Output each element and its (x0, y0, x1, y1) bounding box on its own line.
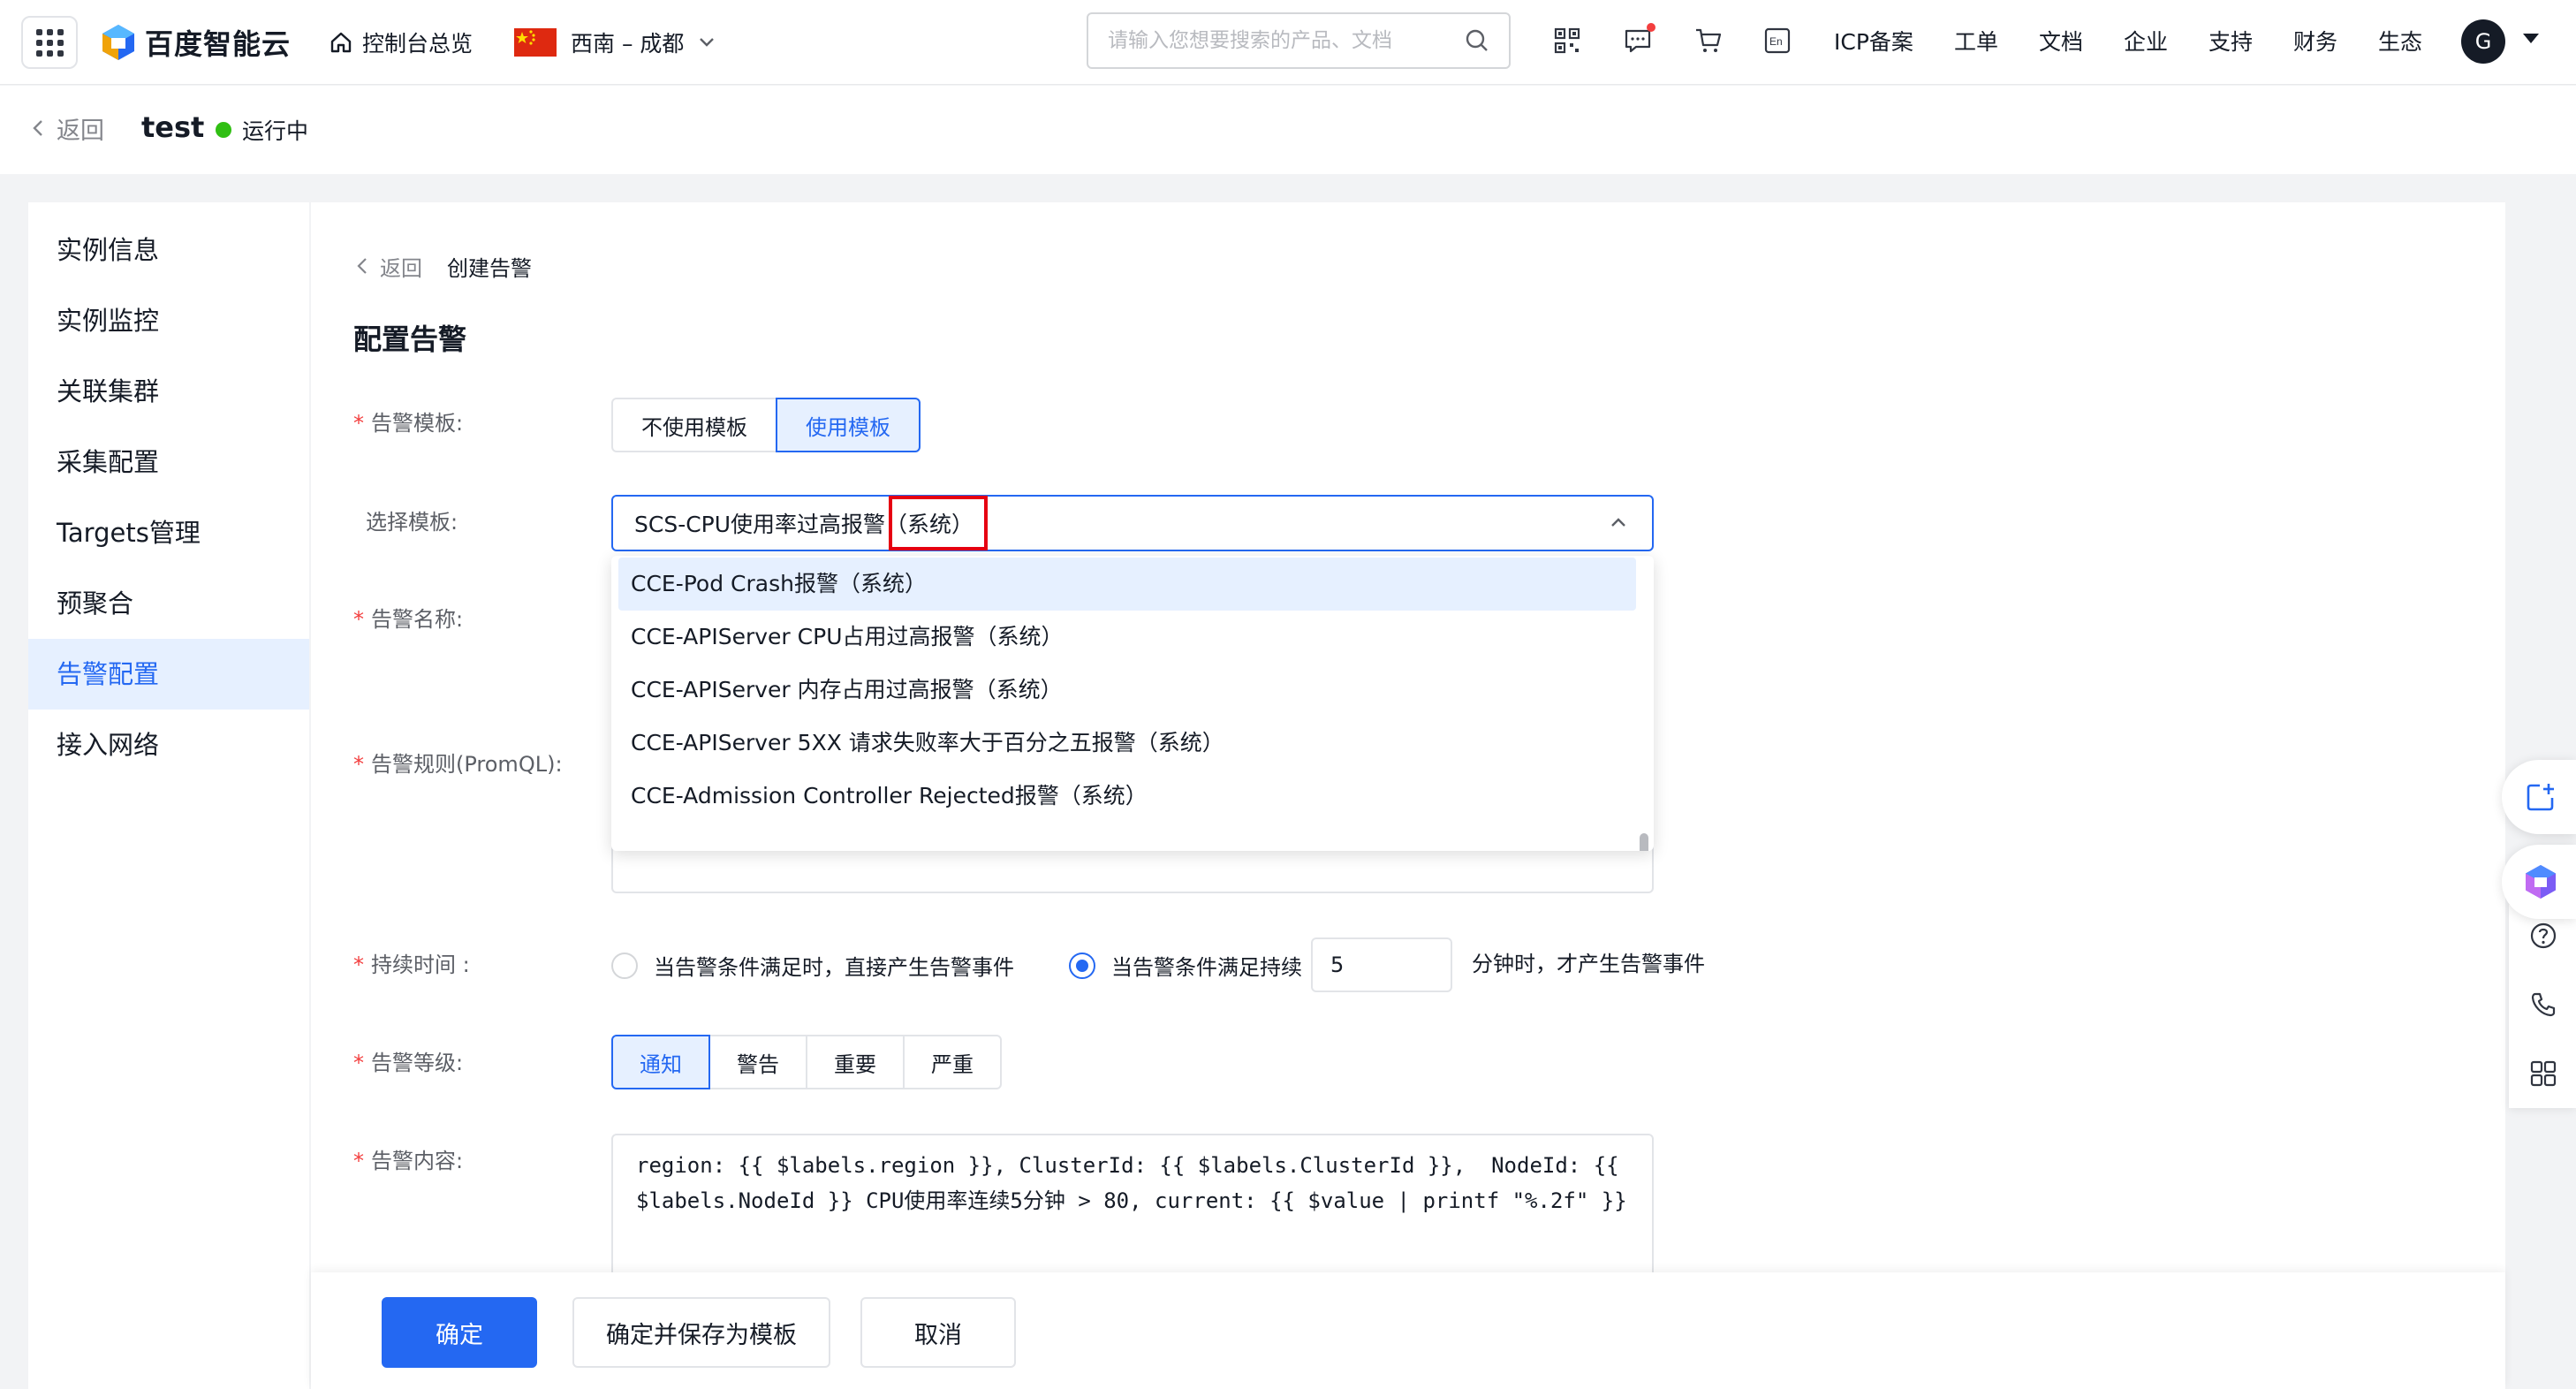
avatar[interactable]: G (2461, 19, 2505, 64)
china-flag-icon (514, 28, 557, 57)
level-important-button[interactable]: 重要 (806, 1035, 905, 1089)
dropdown-option[interactable]: CCE-APIServer 内存占用过高报警（系统） (618, 664, 1636, 717)
sidebar: 实例信息 实例监控 关联集群 采集配置 Targets管理 预聚合 告警配置 接… (28, 202, 309, 1389)
sidebar-item-collection-config[interactable]: 采集配置 (28, 427, 309, 497)
footer-bar: 确定 确定并保存为模板 取消 (311, 1272, 2505, 1389)
new-window-button[interactable] (2502, 760, 2576, 834)
use-template-button[interactable]: 使用模板 (776, 398, 921, 452)
chevron-left-icon (33, 120, 42, 136)
chevron-up-icon (1611, 518, 1625, 527)
nav-support[interactable]: 支持 (2209, 25, 2253, 60)
duration-immediate-label: 当告警条件满足时，直接产生告警事件 (654, 955, 1014, 980)
region-selector[interactable]: 西南 – 成都 (514, 23, 716, 62)
help-icon[interactable] (2528, 921, 2558, 951)
message-icon[interactable] (1622, 23, 1655, 57)
alert-rule-label: * 告警规则(PromQL): (353, 752, 563, 777)
nav-ticket[interactable]: 工单 (1954, 25, 1998, 60)
sidebar-item-instance-monitor[interactable]: 实例监控 (28, 285, 309, 356)
duration-suffix: 分钟时，才产生告警事件 (1472, 952, 1705, 976)
search-input[interactable] (1108, 29, 1465, 52)
duration-minutes-input[interactable] (1311, 937, 1452, 992)
cancel-button[interactable]: 取消 (860, 1297, 1016, 1368)
status-text: 运行中 (242, 118, 309, 144)
main-panel: 返回 创建告警 配置告警 * 告警模板: 不使用模板 使用模板 选择模板: SCS… (311, 202, 2505, 1389)
level-warning-button[interactable]: 警告 (708, 1035, 807, 1089)
instance-header: 返回 test 运行中 (0, 86, 2576, 174)
sidebar-item-network-access[interactable]: 接入网络 (28, 710, 309, 780)
radio-circle[interactable] (611, 952, 638, 979)
duration-immediate-radio[interactable]: 当告警条件满足时，直接产生告警事件 (611, 950, 1014, 981)
level-toggle: 通知 警告 重要 严重 (611, 1035, 1002, 1089)
top-bar: 百度智能云 控制台总览 西南 – 成都 En ICP备案 工单 文档 企业 支持… (0, 0, 2576, 85)
select-template-label: 选择模板: (366, 510, 458, 535)
logo-text: 百度智能云 (145, 27, 292, 61)
back-label: 返回 (57, 117, 104, 145)
floating-toolbar (2509, 905, 2576, 1108)
sidebar-item-pre-aggregation[interactable]: 预聚合 (28, 568, 309, 639)
nav-finance[interactable]: 财务 (2293, 25, 2337, 60)
template-dropdown: CCE-Pod Crash报警（系统） CCE-APIServer CPU占用过… (611, 556, 1654, 851)
sidebar-item-associated-clusters[interactable]: 关联集群 (28, 356, 309, 427)
region-label: 西南 – 成都 (571, 31, 685, 57)
status-badge: 运行中 (216, 114, 308, 146)
chevron-down-icon (700, 38, 715, 47)
logo[interactable]: 百度智能云 (101, 19, 291, 65)
logo-mark-icon (102, 25, 134, 60)
highlight-box (889, 496, 988, 550)
duration-label: * 持续时间 : (353, 953, 470, 977)
console-home-label: 控制台总览 (362, 31, 474, 57)
qrcode-icon[interactable] (1551, 25, 1583, 57)
dropdown-option[interactable]: CCE-Admission Controller Rejected报警（系统） (618, 770, 1636, 823)
radio-circle-selected[interactable] (1069, 952, 1095, 979)
section-title: 配置告警 (353, 323, 467, 356)
nav-icp[interactable]: ICP备案 (1834, 25, 1913, 60)
dropdown-option[interactable]: CCE-Pod Crash报警（系统） (618, 558, 1636, 611)
home-icon (330, 32, 352, 53)
cart-icon[interactable] (1693, 25, 1724, 57)
nav-enterprise[interactable]: 企业 (2124, 25, 2168, 60)
new-window-icon (2527, 784, 2554, 811)
chevron-left-icon[interactable] (357, 257, 367, 275)
no-template-button[interactable]: 不使用模板 (611, 398, 777, 452)
language-icon[interactable]: En (1762, 25, 1793, 57)
alert-name-label: * 告警名称: (353, 607, 464, 632)
console-home-link[interactable]: 控制台总览 (329, 23, 473, 62)
app-grid-icon[interactable] (21, 16, 78, 69)
confirm-button[interactable]: 确定 (382, 1297, 537, 1368)
template-toggle: 不使用模板 使用模板 (611, 398, 921, 452)
breadcrumb-current: 创建告警 (447, 255, 532, 281)
dropdown-option[interactable]: CCE-APIServer 5XX 请求失败率大于百分之五报警（系统） (618, 717, 1636, 770)
dropdown-option[interactable]: CCE-APIServer CPU占用过高报警（系统） (618, 611, 1636, 664)
grid-apps-icon[interactable] (2528, 1059, 2558, 1089)
confirm-save-template-button[interactable]: 确定并保存为模板 (572, 1297, 830, 1368)
svg-text:En: En (1769, 35, 1783, 48)
global-search[interactable] (1087, 12, 1511, 69)
search-icon[interactable] (1465, 28, 1489, 53)
nav-docs[interactable]: 文档 (2039, 25, 2083, 60)
content-label: * 告警内容: (353, 1149, 464, 1173)
duration-persist-label: 当告警条件满足持续 (1111, 955, 1302, 980)
breadcrumb-back[interactable]: 返回 (380, 251, 422, 282)
nav-ecosystem[interactable]: 生态 (2378, 25, 2422, 60)
avatar-caret-icon[interactable] (2523, 34, 2539, 43)
assistant-button[interactable] (2502, 845, 2576, 919)
notification-dot (1647, 23, 1655, 32)
assistant-logo-icon (2526, 865, 2556, 899)
level-critical-button[interactable]: 严重 (903, 1035, 1002, 1089)
level-notice-button[interactable]: 通知 (611, 1035, 710, 1089)
duration-persist-radio[interactable]: 当告警条件满足持续 (1069, 950, 1302, 981)
sidebar-item-instance-info[interactable]: 实例信息 (28, 215, 309, 285)
template-label: * 告警模板: (353, 411, 464, 436)
status-dot (216, 122, 231, 138)
sidebar-item-targets[interactable]: Targets管理 (28, 497, 309, 568)
phone-icon[interactable] (2528, 990, 2558, 1020)
template-select[interactable]: SCS-CPU使用率过高报警（系统） (611, 495, 1654, 551)
level-label: * 告警等级: (353, 1051, 464, 1075)
back-link[interactable]: 返回 (32, 110, 104, 146)
breadcrumb: 返回 创建告警 (357, 248, 532, 284)
sidebar-item-alert-config[interactable]: 告警配置 (28, 639, 309, 710)
instance-name: test (141, 110, 205, 144)
dropdown-scrollbar[interactable] (1640, 833, 1648, 851)
